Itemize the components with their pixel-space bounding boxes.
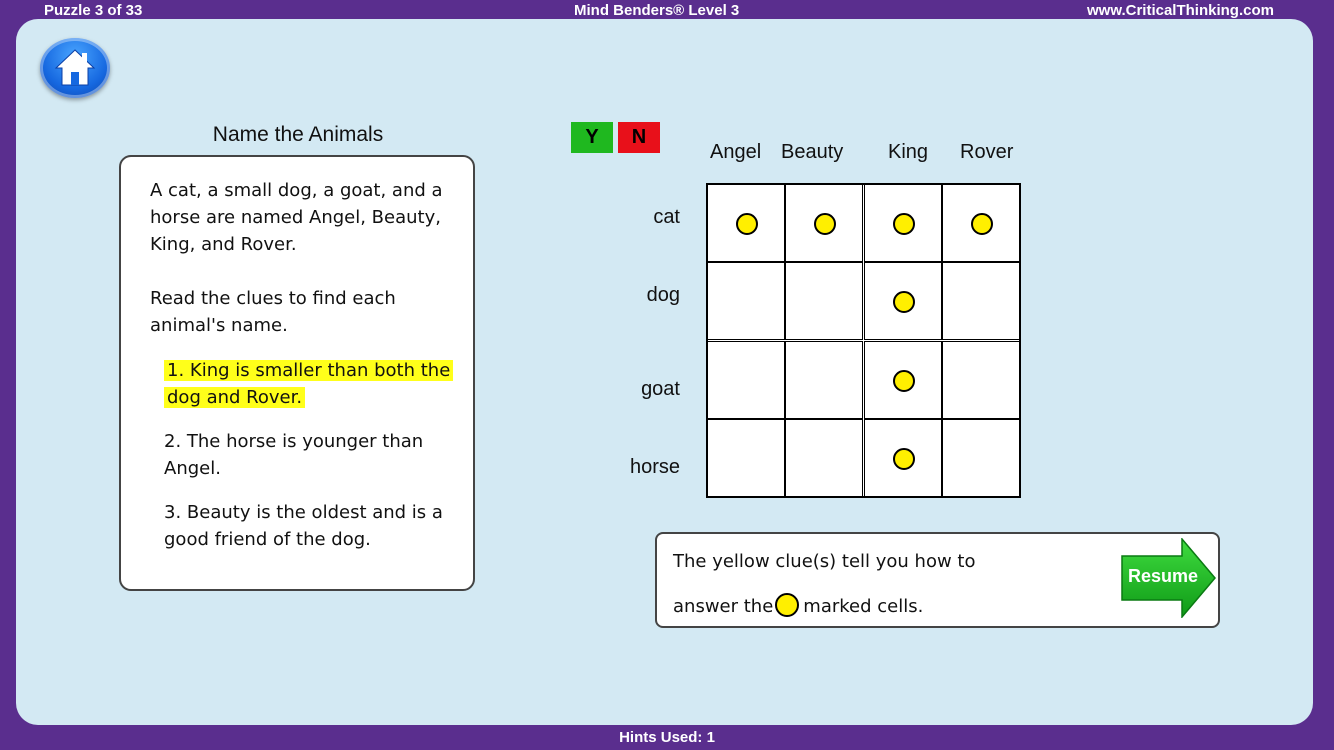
puzzle-title: Name the Animals <box>212 123 384 146</box>
website-link[interactable]: www.CriticalThinking.com <box>1087 2 1274 19</box>
yellow-circle-icon <box>892 291 915 314</box>
yellow-circle-icon <box>892 213 915 235</box>
grid-cell-cat-rover[interactable] <box>941 184 1020 262</box>
hint-line-2-end: marked cells. <box>803 596 924 617</box>
grid-cell-horse-beauty[interactable] <box>785 418 864 497</box>
column-header-angel: Angel <box>710 141 762 163</box>
clue-2: 2. The horse is younger than Angel. <box>164 431 424 479</box>
yellow-circle-icon <box>736 213 758 235</box>
grid-cell-dog-king[interactable] <box>863 262 942 341</box>
clue-box: A cat, a small dog, a goat, and a horse … <box>119 155 475 591</box>
yellow-circle-icon <box>892 447 915 470</box>
row-header-dog: dog <box>646 284 680 306</box>
column-header-beauty: Beauty <box>781 141 844 163</box>
column-header-king: King <box>888 141 929 163</box>
top-bar: Puzzle 3 of 33 Mind Benders® Level 3 www… <box>0 0 1334 20</box>
yellow-circle-icon <box>892 369 915 392</box>
puzzle-intro: A cat, a small dog, a goat, and a horse … <box>150 180 443 255</box>
puzzle-instructions: Read the clues to find each animal's nam… <box>150 288 396 336</box>
row-header-goat: goat <box>641 378 680 400</box>
resume-button[interactable]: Resume <box>1120 538 1216 618</box>
grid-cell-horse-angel[interactable] <box>707 418 785 497</box>
row-header-horse: horse <box>629 456 680 478</box>
hint-line-2-start: answer the <box>673 596 774 617</box>
resume-label: Resume <box>1128 566 1199 586</box>
puzzle-counter: Puzzle 3 of 33 <box>44 2 143 19</box>
grid-cell-cat-king[interactable] <box>863 184 942 262</box>
grid-cell-horse-rover[interactable] <box>941 418 1020 497</box>
column-header-rover: Rover <box>960 141 1014 163</box>
yellow-circle-icon <box>970 213 993 235</box>
hint-line-2: answer the marked cells. <box>673 593 923 617</box>
grid-cell-goat-rover[interactable] <box>941 340 1020 419</box>
hints-used: Hints Used: 1 <box>619 729 715 746</box>
grid-cell-goat-beauty[interactable] <box>785 340 864 419</box>
grid-cell-dog-rover[interactable] <box>941 262 1020 341</box>
app-title: Mind Benders® Level 3 <box>574 2 740 19</box>
clue-1: 1. King is smaller than both the dog and… <box>164 357 464 411</box>
grid-cell-cat-beauty[interactable] <box>785 184 864 262</box>
yellow-circle-icon <box>775 593 800 617</box>
logic-grid <box>706 183 1021 498</box>
home-icon <box>54 49 96 86</box>
no-toggle[interactable]: N <box>618 122 660 153</box>
grid-cell-dog-angel[interactable] <box>707 262 785 341</box>
yellow-circle-icon <box>814 213 837 235</box>
clue-1-text: 1. King is smaller than both the dog and… <box>164 360 454 408</box>
grid-cell-goat-king[interactable] <box>863 340 942 419</box>
row-header-cat: cat <box>653 206 680 228</box>
grid-cell-goat-angel[interactable] <box>707 340 785 419</box>
home-button[interactable] <box>40 38 110 98</box>
grid-cell-dog-beauty[interactable] <box>785 262 864 341</box>
hint-line-1: The yellow clue(s) tell you how to <box>673 551 976 572</box>
clue-3: 3. Beauty is the oldest and is a good fr… <box>164 502 443 550</box>
grid-cell-cat-angel[interactable] <box>707 184 785 262</box>
yes-toggle[interactable]: Y <box>571 122 613 153</box>
grid-cell-horse-king[interactable] <box>863 418 942 497</box>
